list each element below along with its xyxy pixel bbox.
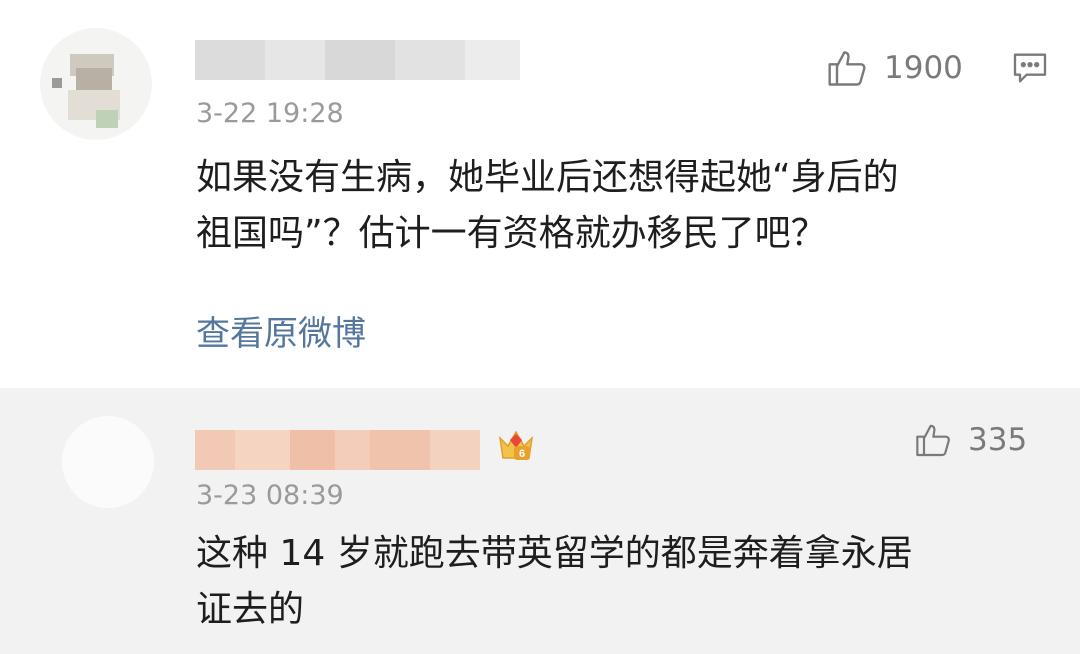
view-original-link[interactable]: 查看原微博 xyxy=(196,306,366,355)
thumbs-up-icon xyxy=(916,424,950,457)
crown-badge-icon: 6 xyxy=(496,424,536,464)
comment-time: 3-23 08:39 xyxy=(196,480,344,511)
content-line: 证去的 xyxy=(196,589,305,630)
thumbs-up-icon xyxy=(828,51,866,86)
username-blurred[interactable] xyxy=(195,430,480,470)
comment-item: 3-22 19:28 如果没有生病，她毕业后还想得起她“身后的 祖国吗”？估计一… xyxy=(0,0,1080,388)
reply-button[interactable] xyxy=(1010,48,1050,92)
comment-time: 3-22 19:28 xyxy=(196,98,344,129)
content-line: 祖国吗”？估计一有资格就办移民了吧？ xyxy=(196,213,827,254)
comment-item: 6 3-23 08:39 这种 14 岁就跑去带英留学的都是奔着拿永居 证去的 … xyxy=(0,388,1080,654)
like-button[interactable]: 335 xyxy=(914,420,1027,460)
badge-level: 6 xyxy=(519,448,525,460)
like-count: 335 xyxy=(968,422,1028,458)
comment-content: 如果没有生病，她毕业后还想得起她“身后的 祖国吗”？估计一有资格就办移民了吧？ xyxy=(196,150,1046,262)
comment-content: 这种 14 岁就跑去带英留学的都是奔着拿永居 证去的 xyxy=(196,526,1046,638)
avatar[interactable] xyxy=(40,28,152,140)
like-button[interactable]: 1900 xyxy=(826,46,963,90)
like-count: 1900 xyxy=(884,50,963,86)
content-line: 这种 14 岁就跑去带英留学的都是奔着拿永居 xyxy=(196,533,913,574)
username-blurred[interactable] xyxy=(195,40,520,80)
avatar[interactable] xyxy=(62,416,154,508)
reply-icon xyxy=(1013,53,1047,83)
content-line: 如果没有生病，她毕业后还想得起她“身后的 xyxy=(196,157,899,198)
